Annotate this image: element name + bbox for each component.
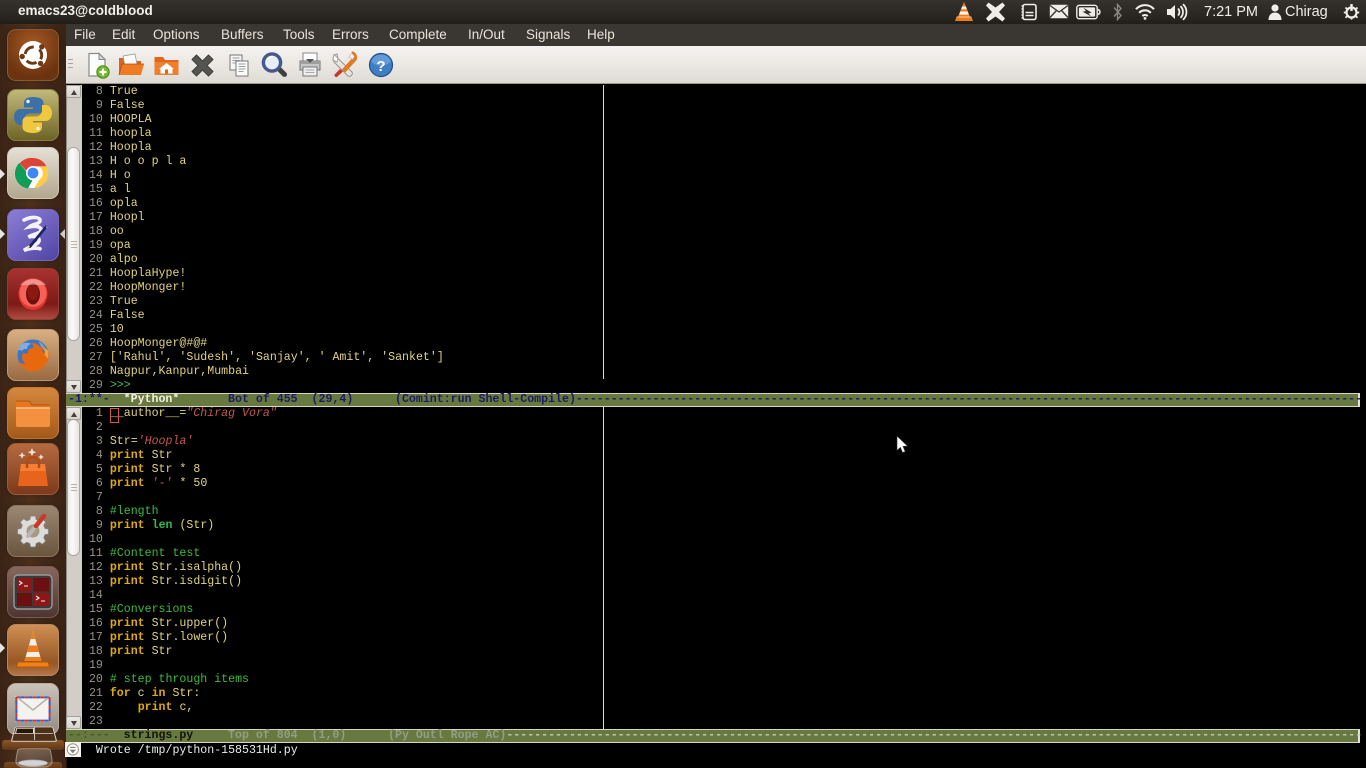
- svg-text:?: ?: [376, 58, 385, 75]
